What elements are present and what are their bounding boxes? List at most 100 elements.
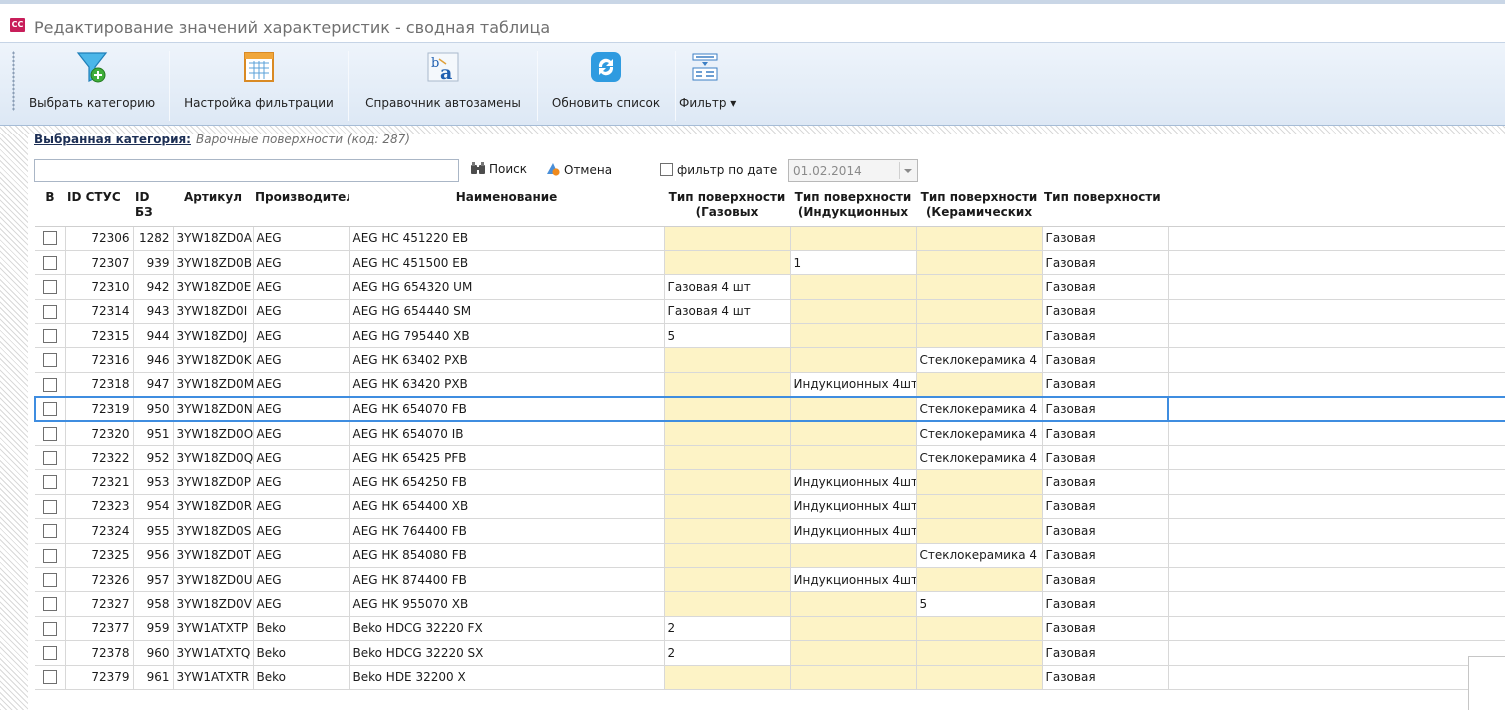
- cell-surface-type[interactable]: Газовая: [1042, 445, 1169, 471]
- table-row[interactable]: 72322 952 3YW18ZD0Q AEG AEG HK 65425 PFB Стек…: [35, 445, 1505, 471]
- row-select-checkbox[interactable]: [42, 621, 57, 636]
- cell-surface-ceramic[interactable]: [916, 665, 1043, 690]
- table-row[interactable]: 72315 944 3YW18ZD0J AEG AEG HG 795440 XB 5 Газ…: [35, 323, 1505, 349]
- cell-surface-ceramic[interactable]: [916, 616, 1043, 642]
- table-row[interactable]: 72378 960 3YW1ATXTQ Beko Beko HDCG 32220 SX 2…: [35, 640, 1505, 666]
- cell-surface-induction[interactable]: [790, 445, 917, 471]
- table-row[interactable]: 72306 1282 3YW18ZD0A AEG AEG HC 451220 EB Газ…: [35, 226, 1505, 251]
- cell-surface-induction[interactable]: Индукционных 4шт: [790, 494, 917, 520]
- category-label[interactable]: Выбранная категория:: [34, 132, 191, 146]
- cell-surface-induction[interactable]: [790, 299, 917, 325]
- table-row[interactable]: 72327 958 3YW18ZD0V AEG AEG HK 955070 XB 5 Газ…: [35, 591, 1505, 617]
- cell-surface-ceramic[interactable]: [916, 323, 1043, 349]
- cell-surface-ceramic[interactable]: [916, 299, 1043, 325]
- cell-surface-gas[interactable]: [664, 372, 791, 398]
- column-header-checkbox[interactable]: В: [35, 188, 65, 227]
- table-row[interactable]: 72379 961 3YW1ATXTR Beko Beko HDE 32200 X Газ…: [35, 665, 1505, 690]
- cell-surface-type[interactable]: Газовая: [1042, 250, 1169, 276]
- row-select-checkbox[interactable]: [42, 353, 57, 368]
- cell-surface-type[interactable]: Газовая: [1042, 640, 1169, 666]
- row-select-checkbox[interactable]: [42, 548, 57, 563]
- cell-surface-ceramic[interactable]: [916, 518, 1043, 544]
- column-header-name[interactable]: Наименование: [349, 188, 664, 227]
- cell-surface-induction[interactable]: 1: [790, 250, 917, 276]
- row-select-checkbox[interactable]: [42, 475, 57, 490]
- search-input[interactable]: [34, 159, 459, 182]
- cell-surface-type[interactable]: Газовая: [1042, 567, 1169, 593]
- cell-surface-gas[interactable]: [664, 518, 791, 544]
- cell-surface-gas[interactable]: [664, 226, 791, 251]
- row-select-checkbox[interactable]: [42, 670, 57, 685]
- cell-surface-ceramic[interactable]: [916, 372, 1043, 398]
- cell-surface-type[interactable]: Газовая: [1042, 274, 1169, 300]
- cell-surface-induction[interactable]: Индукционных 4шт: [790, 372, 917, 398]
- cell-surface-ceramic[interactable]: [916, 274, 1043, 300]
- table-row[interactable]: 72310 942 3YW18ZD0E AEG AEG HG 654320 UM Газо…: [35, 274, 1505, 300]
- cell-surface-gas[interactable]: [664, 250, 791, 276]
- cell-surface-ceramic[interactable]: Стеклокерамика 4 шт: [916, 445, 1043, 471]
- scroll-overlay-widget[interactable]: [1468, 656, 1505, 710]
- table-row[interactable]: 72320 951 3YW18ZD0O AEG AEG HK 654070 IB Стек…: [35, 421, 1505, 447]
- cell-surface-ceramic[interactable]: Стеклокерамика 4 шт: [916, 347, 1043, 373]
- cell-surface-type[interactable]: Газовая: [1042, 665, 1169, 690]
- row-select-checkbox[interactable]: [42, 646, 57, 661]
- cell-surface-induction[interactable]: [790, 543, 917, 568]
- cell-surface-induction[interactable]: Индукционных 4шт: [790, 567, 917, 593]
- table-row[interactable]: 72323 954 3YW18ZD0R AEG AEG HK 654400 XB Инду…: [35, 494, 1505, 520]
- cell-surface-type[interactable]: Газовая: [1042, 469, 1169, 495]
- cell-surface-ceramic[interactable]: 5: [916, 591, 1043, 617]
- date-filter-checkbox[interactable]: [660, 163, 673, 176]
- cell-surface-type[interactable]: Газовая: [1042, 494, 1169, 520]
- row-select-checkbox[interactable]: [42, 377, 57, 392]
- cell-surface-type[interactable]: Газовая: [1042, 591, 1169, 617]
- cell-surface-type[interactable]: Газовая: [1042, 421, 1169, 447]
- cell-surface-gas[interactable]: [664, 395, 791, 423]
- cell-surface-gas[interactable]: Газовая 4 шт: [664, 299, 791, 325]
- column-header-article[interactable]: Артикул: [173, 188, 253, 227]
- refresh-list-button[interactable]: Обновить список: [541, 46, 671, 122]
- row-select-checkbox[interactable]: [42, 524, 57, 539]
- cell-surface-type[interactable]: Газовая: [1042, 543, 1169, 568]
- chevron-down-icon[interactable]: [899, 162, 915, 179]
- cell-surface-induction[interactable]: [790, 274, 917, 300]
- cell-surface-gas[interactable]: [664, 469, 791, 495]
- table-row[interactable]: 72316 946 3YW18ZD0K AEG AEG HK 63402 PXB Стек…: [35, 347, 1505, 373]
- cell-surface-induction[interactable]: [790, 347, 917, 373]
- cell-surface-ceramic[interactable]: [916, 226, 1043, 251]
- filter-dropdown-button[interactable]: Фильтр ▾: [679, 46, 736, 122]
- row-select-checkbox[interactable]: [42, 231, 57, 246]
- cell-surface-gas[interactable]: [664, 421, 791, 447]
- filter-settings-button[interactable]: Настройка фильтрации: [174, 46, 344, 122]
- cell-surface-induction[interactable]: [790, 323, 917, 349]
- date-filter-input[interactable]: 01.02.2014: [788, 159, 918, 182]
- cell-surface-gas[interactable]: [664, 494, 791, 520]
- column-header-surface-ceramic[interactable]: Тип поверхности (Керамических: [916, 188, 1042, 227]
- cell-surface-type[interactable]: Газовая: [1042, 518, 1169, 544]
- row-select-checkbox[interactable]: [42, 329, 57, 343]
- select-category-button[interactable]: Выбрать категорию: [22, 46, 162, 122]
- cell-surface-type[interactable]: Газовая: [1042, 347, 1169, 373]
- cell-surface-gas[interactable]: [664, 567, 791, 593]
- autoreplace-dictionary-button[interactable]: b a Справочник автозамены: [352, 46, 534, 122]
- cell-surface-induction[interactable]: Индукционных 4шт: [790, 469, 917, 495]
- table-row[interactable]: 72377 959 3YW1ATXTP Beko Beko HDCG 32220 FX 2…: [35, 616, 1505, 642]
- table-row[interactable]: 72326 957 3YW18ZD0U AEG AEG HK 874400 FB Инду…: [35, 567, 1505, 593]
- cell-surface-gas[interactable]: [664, 445, 791, 471]
- table-row[interactable]: 72325 956 3YW18ZD0T AEG AEG HK 854080 FB Стек…: [35, 543, 1505, 568]
- column-header-id-stus[interactable]: ID СТУС: [65, 188, 133, 227]
- column-header-surface-induction[interactable]: Тип поверхности (Индукционных: [790, 188, 916, 227]
- cell-surface-ceramic[interactable]: [916, 494, 1043, 520]
- table-row[interactable]: 72314 943 3YW18ZD0I AEG AEG HG 654440 SM Газо…: [35, 299, 1505, 325]
- cell-surface-gas[interactable]: 2: [664, 640, 791, 666]
- toolbar-grip[interactable]: [12, 51, 15, 111]
- cell-surface-ceramic[interactable]: [916, 469, 1043, 495]
- row-select-checkbox[interactable]: [42, 426, 57, 441]
- cell-surface-type[interactable]: Газовая: [1042, 616, 1169, 642]
- table-row[interactable]: 72319 950 3YW18ZD0N AEG AEG HK 654070 FB Стек…: [34, 395, 1505, 423]
- column-header-surface-gas[interactable]: Тип поверхности (Газовых: [664, 188, 790, 227]
- row-select-checkbox[interactable]: [42, 597, 57, 612]
- cell-surface-type[interactable]: Газовая: [1042, 323, 1169, 349]
- table-row[interactable]: 72318 947 3YW18ZD0M AEG AEG HK 63420 PXB Инду…: [35, 372, 1505, 398]
- row-select-checkbox[interactable]: [42, 280, 57, 295]
- search-button[interactable]: Поиск: [470, 162, 527, 176]
